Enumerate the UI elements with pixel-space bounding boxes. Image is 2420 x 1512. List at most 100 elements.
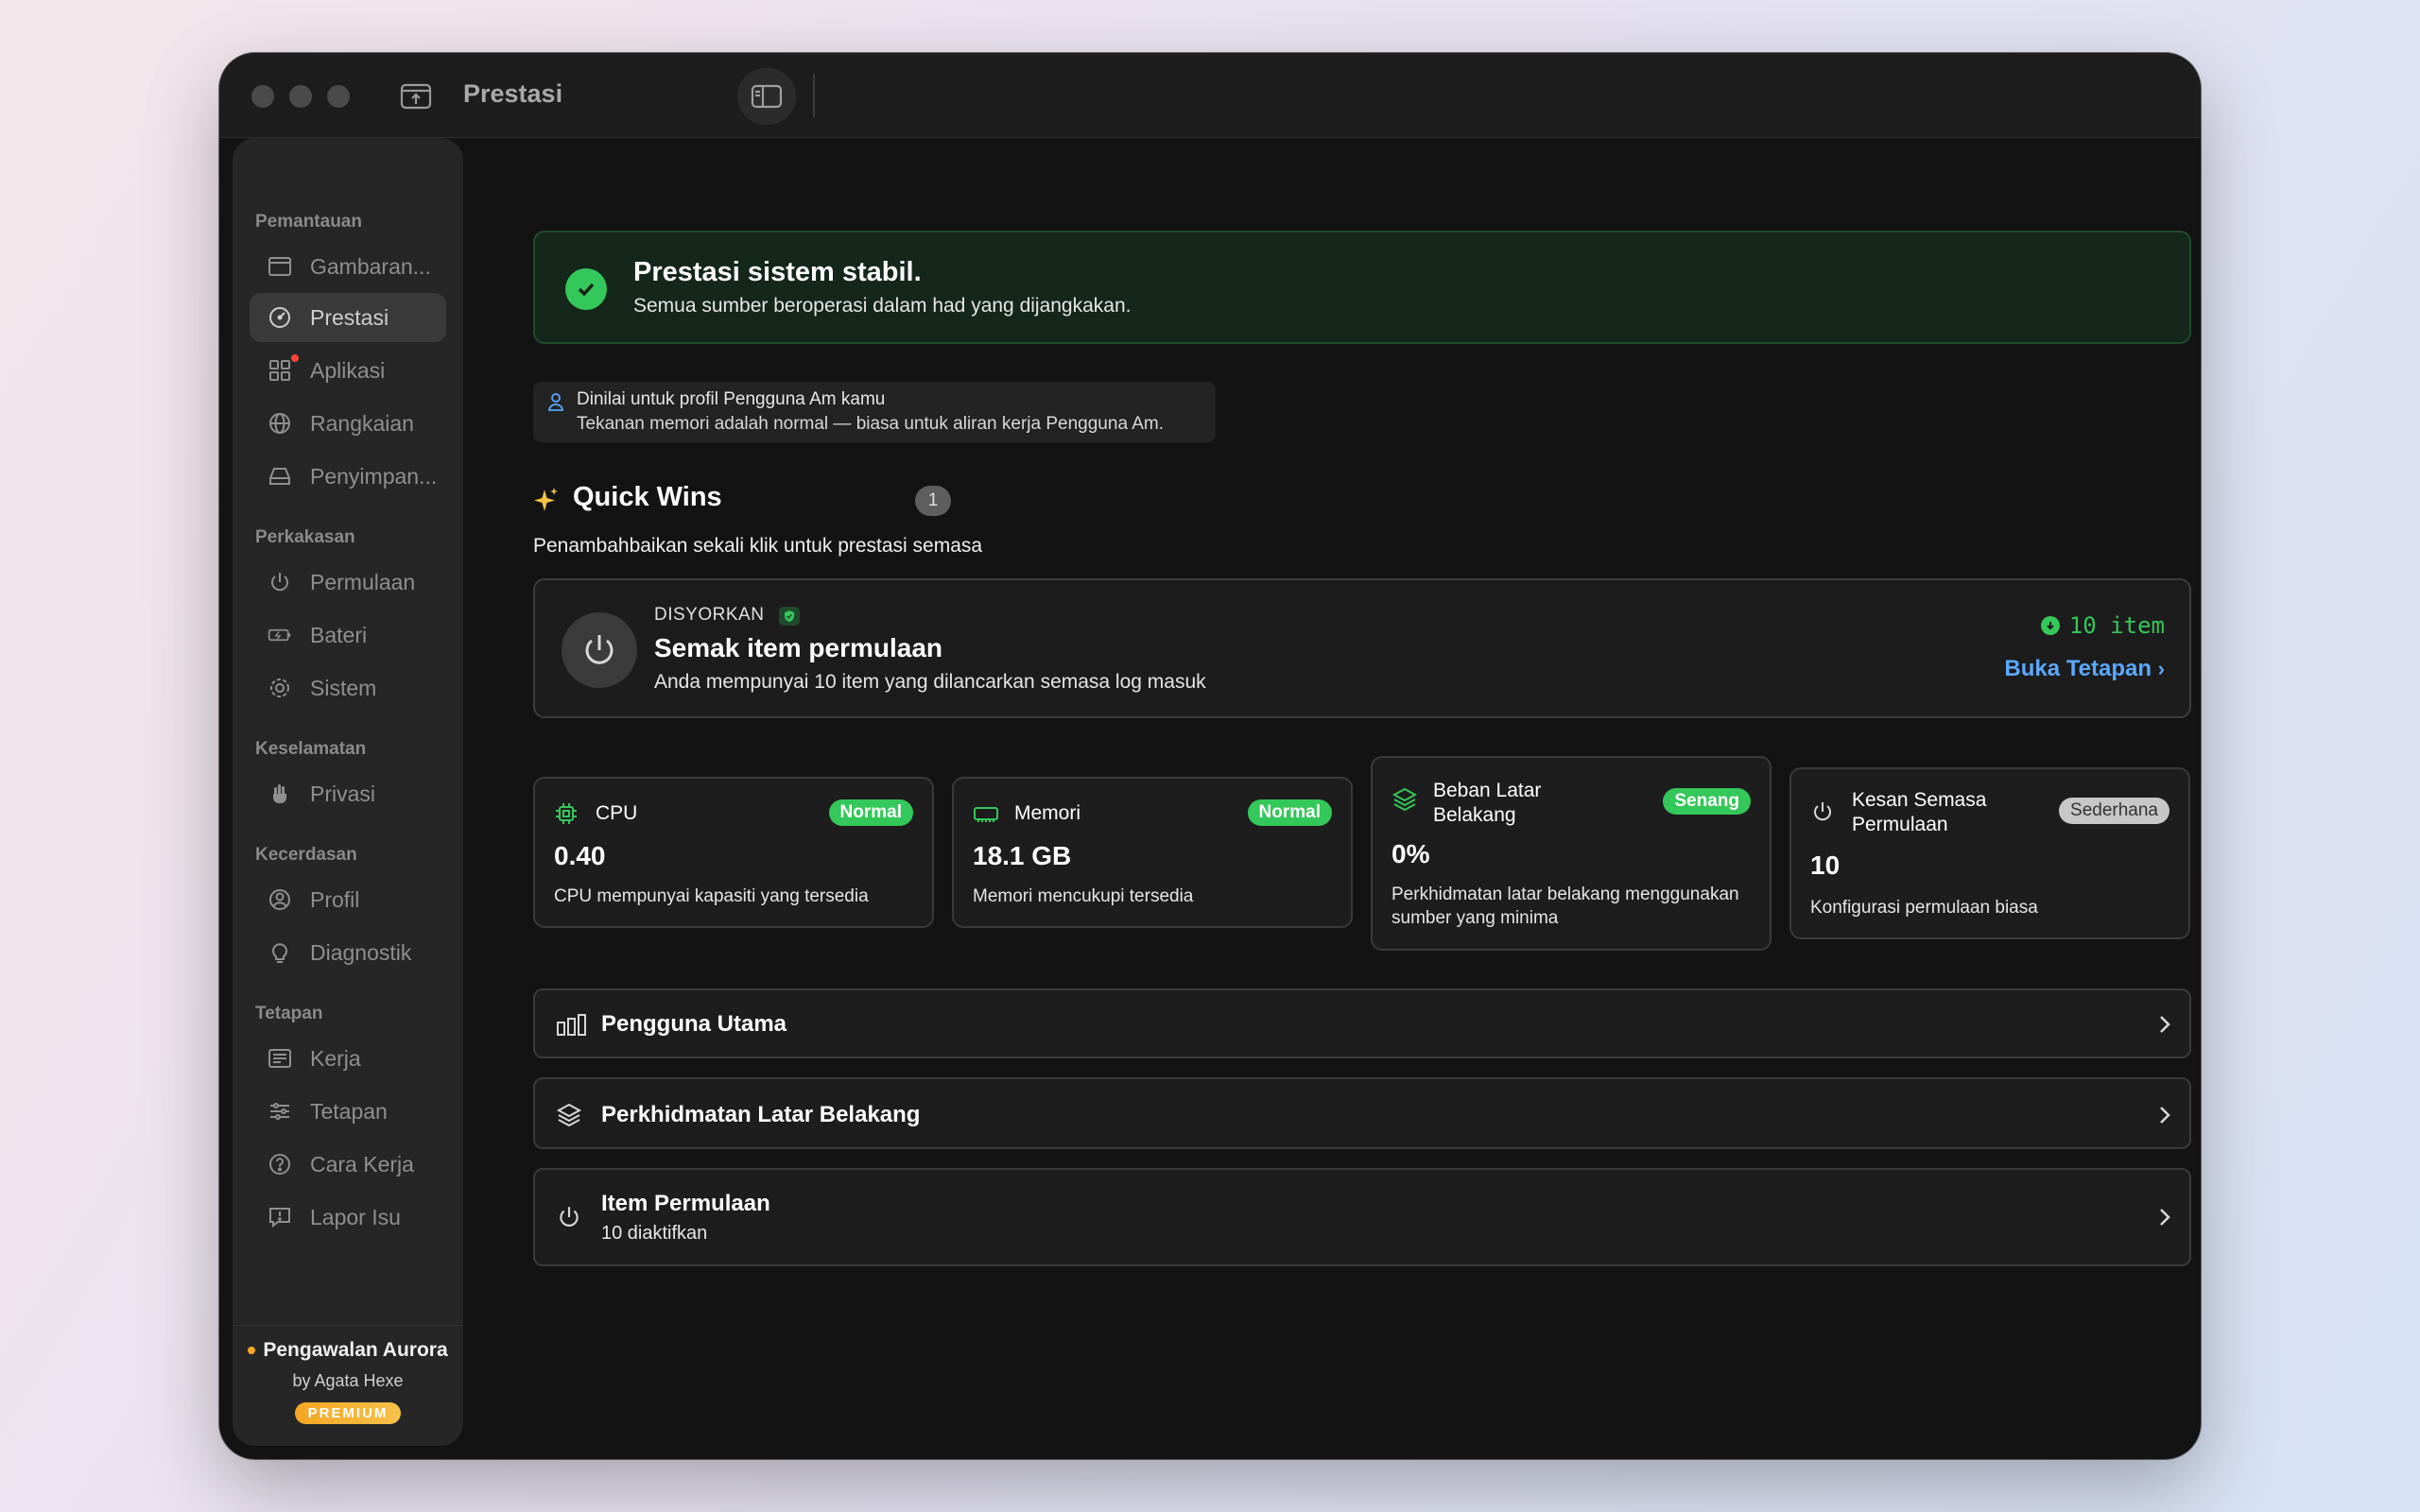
sidebar-item-sistem[interactable]: Sistem <box>250 663 446 713</box>
status-badge: Normal <box>828 799 913 826</box>
banner-title: Prestasi sistem stabil. <box>633 257 922 287</box>
profile-note-detail: Tekanan memori adalah normal — biasa unt… <box>577 414 1165 434</box>
power-icon <box>1810 799 1835 829</box>
sidebar-item-label: Tetapan <box>310 1098 388 1124</box>
brand-name: Pengawalan Aurora <box>233 1339 463 1362</box>
help-icon <box>250 1152 310 1177</box>
sidebar-item-label: Cara Kerja <box>310 1151 414 1177</box>
sidebar-item-lapor-isu[interactable]: Lapor Isu <box>250 1193 446 1242</box>
sidebar-toggle-icon[interactable] <box>737 68 796 125</box>
sidebar-footer: Pengawalan Aurora by Agata Hexe PREMIUM <box>233 1325 463 1446</box>
row-label: Perkhidmatan Latar Belakang <box>601 1102 921 1127</box>
metric-name: Beban Latar Belakang <box>1433 780 1542 826</box>
sidebar-item-label: Kerja <box>310 1045 361 1071</box>
window-title: Prestasi <box>463 79 563 108</box>
sidebar-item-bateri[interactable]: Bateri <box>250 610 446 660</box>
power-icon <box>250 570 310 594</box>
sidebar-item-label: Prestasi <box>310 304 389 330</box>
row-perkhidmatan-latar-belakang[interactable]: Perkhidmatan Latar Belakang <box>533 1077 2191 1149</box>
sidebar-section-pemantauan: Pemantauan <box>255 212 362 232</box>
memory-icon <box>973 801 999 831</box>
status-badge: Sederhana <box>2059 798 2169 824</box>
sidebar-item-label: Gambaran... <box>310 253 431 279</box>
sidebar-item-aplikasi[interactable]: Aplikasi <box>250 346 446 395</box>
open-settings-link[interactable]: Buka Tetapan › <box>2004 656 2165 682</box>
profile-note-title: Dinilai untuk profil Pengguna Am kamu <box>577 389 886 409</box>
row-label: Pengguna Utama <box>601 1011 787 1037</box>
chevron-right-icon <box>2157 1104 2172 1131</box>
metric-card-memori: Memori Normal 18.1 GB Memori mencukupi t… <box>952 777 1353 928</box>
share-icon[interactable] <box>395 77 437 115</box>
power-icon <box>556 1204 582 1235</box>
status-badge: Normal <box>1247 799 1332 826</box>
layers-icon <box>556 1102 582 1133</box>
checkmark-icon <box>565 268 607 310</box>
sidebar-item-label: Bateri <box>310 622 368 647</box>
sidebar-item-privasi[interactable]: Privasi <box>250 769 446 818</box>
bar-chart-icon <box>556 1013 588 1042</box>
metric-note: Konfigurasi permulaan biasa <box>1810 898 2038 918</box>
row-sublabel: 10 diaktifkan <box>601 1223 708 1244</box>
status-badge: Senang <box>1663 788 1751 815</box>
sidebar: Pemantauan Gambaran... Prestasi Aplikasi… <box>233 138 463 1446</box>
report-icon <box>250 1205 310 1229</box>
sidebar-item-penyimpanan[interactable]: Penyimpan... <box>250 452 446 501</box>
sliders-icon <box>250 1099 310 1124</box>
quick-wins-subtitle: Penambahbaikan sekali klik untuk prestas… <box>533 535 983 557</box>
metric-name: CPU <box>596 802 638 824</box>
status-banner: Prestasi sistem stabil. Semua sumber ber… <box>533 231 2191 344</box>
recommendation-title: Semak item permulaan <box>654 633 943 662</box>
metric-value: 18.1 GB <box>973 841 1072 870</box>
banner-subtitle: Semua sumber beroperasi dalam had yang d… <box>633 295 1132 317</box>
sidebar-item-gambaran[interactable]: Gambaran... <box>250 242 446 291</box>
row-label: Item Permulaan <box>601 1191 770 1216</box>
sidebar-item-label: Permulaan <box>310 569 416 594</box>
globe-icon <box>250 411 310 436</box>
sidebar-item-label: Sistem <box>310 675 377 700</box>
recommendation-card[interactable]: DISYORKAN Semak item permulaan Anda memp… <box>533 578 2191 718</box>
row-item-permulaan[interactable]: Item Permulaan 10 diaktifkan <box>533 1168 2191 1266</box>
sidebar-section-kecerdasan: Kecerdasan <box>255 845 357 865</box>
sidebar-item-label: Privasi <box>310 781 376 806</box>
minimize-window-button[interactable] <box>289 85 312 108</box>
lightbulb-icon <box>250 940 310 965</box>
battery-icon <box>250 623 310 647</box>
apps-grid-icon <box>250 354 310 383</box>
download-icon <box>2040 616 2060 635</box>
recommendation-description: Anda mempunyai 10 item yang dilancarkan … <box>654 671 1206 693</box>
recommended-label: DISYORKAN <box>654 605 765 625</box>
sidebar-item-diagnostik[interactable]: Diagnostik <box>250 928 446 977</box>
sidebar-item-prestasi[interactable]: Prestasi <box>250 293 446 342</box>
chevron-right-icon: › <box>2157 657 2165 680</box>
sidebar-item-rangkaian[interactable]: Rangkaian <box>250 399 446 448</box>
sidebar-section-perkakasan: Perkakasan <box>255 527 355 547</box>
sidebar-item-label: Penyimpan... <box>310 463 438 489</box>
metric-card-startup-impact: Kesan Semasa Permulaan Sederhana 10 Konf… <box>1789 767 2190 939</box>
chevron-right-icon <box>2157 1206 2172 1233</box>
gauge-icon <box>250 305 310 330</box>
user-circle-icon <box>250 887 310 912</box>
sidebar-item-cara-kerja[interactable]: Cara Kerja <box>250 1140 446 1189</box>
sidebar-item-profil[interactable]: Profil <box>250 875 446 924</box>
metric-value: 0% <box>1392 839 1430 868</box>
app-window: Prestasi Pemantauan Gambaran... Prestasi… <box>219 53 2201 1459</box>
sidebar-item-kerja[interactable]: Kerja <box>250 1034 446 1083</box>
metric-note: Memori mencukupi tersedia <box>973 886 1194 906</box>
gear-icon <box>250 676 310 700</box>
chevron-right-icon <box>2157 1013 2172 1040</box>
quick-wins-count-badge: 1 <box>915 486 951 516</box>
notification-dot <box>291 354 299 362</box>
drive-icon <box>250 464 310 489</box>
sidebar-item-tetapan[interactable]: Tetapan <box>250 1087 446 1136</box>
sidebar-item-label: Aplikasi <box>310 357 386 383</box>
sidebar-section-tetapan: Tetapan <box>255 1004 323 1023</box>
titlebar-divider <box>813 74 815 117</box>
sidebar-item-label: Rangkaian <box>310 410 414 436</box>
zoom-window-button[interactable] <box>327 85 350 108</box>
row-pengguna-utama[interactable]: Pengguna Utama <box>533 988 2191 1058</box>
close-window-button[interactable] <box>251 85 274 108</box>
brand-dot <box>248 1347 256 1355</box>
sidebar-item-permulaan[interactable]: Permulaan <box>250 558 446 607</box>
cpu-chip-icon <box>554 801 579 831</box>
metric-card-cpu: CPU Normal 0.40 CPU mempunyai kapasiti y… <box>533 777 934 928</box>
